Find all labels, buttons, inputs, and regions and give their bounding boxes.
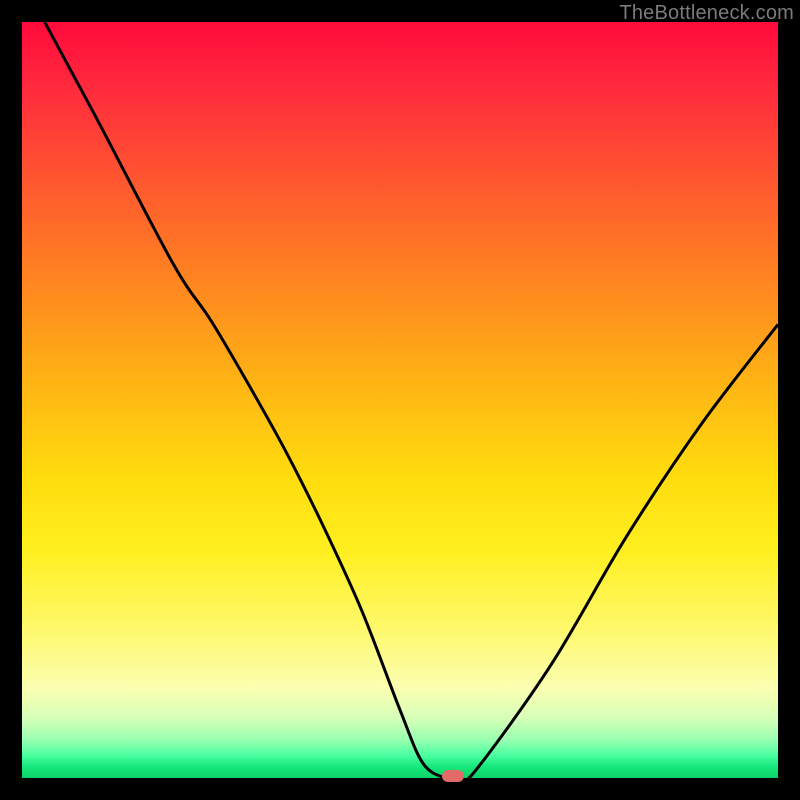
chart-frame: TheBottleneck.com: [0, 0, 800, 800]
plot-area: [22, 22, 778, 778]
optimal-marker: [442, 770, 464, 782]
watermark-text: TheBottleneck.com: [619, 2, 794, 25]
bottleneck-curve: [22, 22, 778, 778]
curve-path: [45, 22, 778, 778]
